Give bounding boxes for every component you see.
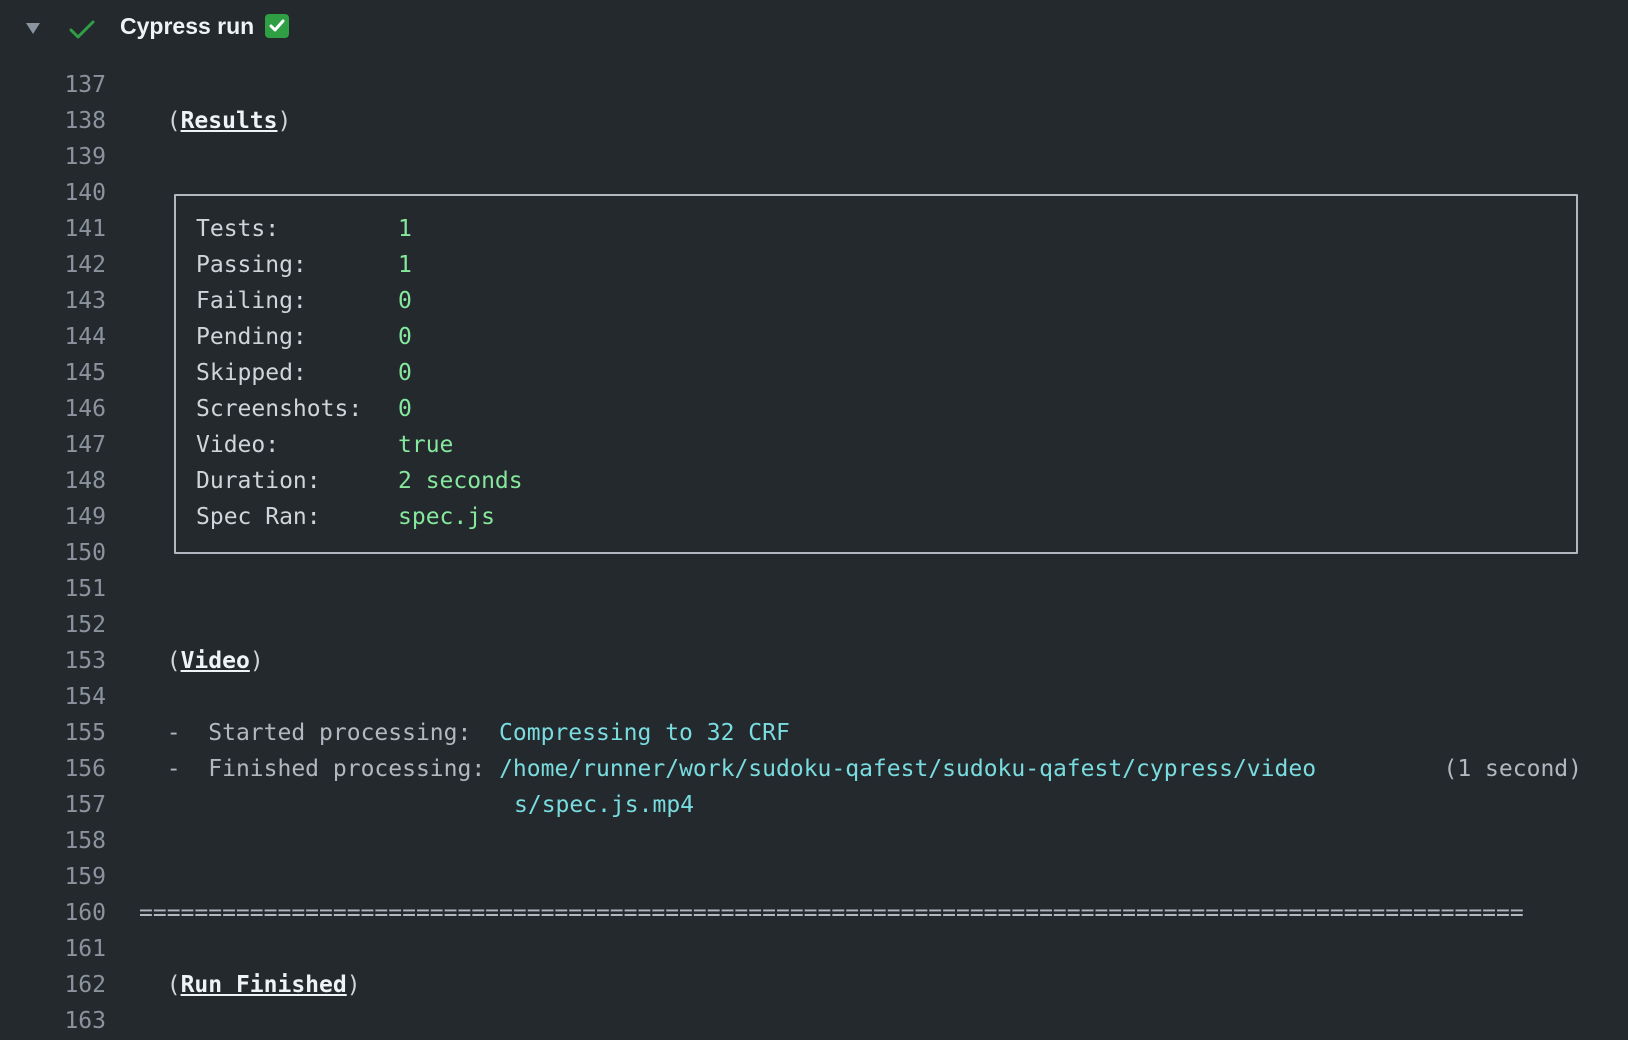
result-value: 2 seconds bbox=[398, 468, 523, 494]
results-heading: (Results) bbox=[166, 108, 292, 134]
line-number[interactable]: 158 bbox=[0, 823, 106, 859]
finished-processing-label: - Finished processing: bbox=[166, 756, 486, 782]
result-value: 0 bbox=[398, 360, 412, 386]
result-value: spec.js bbox=[398, 504, 495, 530]
log-line: 162 (Run Finished) bbox=[0, 967, 1628, 1003]
video-heading: (Video) bbox=[166, 648, 264, 674]
line-number[interactable]: 148 bbox=[0, 463, 106, 499]
log-line: 158 bbox=[0, 823, 1628, 859]
log-line: 153 (Video) bbox=[0, 643, 1628, 679]
result-label: Screenshots: bbox=[196, 396, 363, 422]
log-line: 139 bbox=[0, 139, 1628, 175]
log-line: 156 - Finished processing: /home/runner/… bbox=[0, 751, 1628, 787]
result-value: 0 bbox=[398, 396, 412, 422]
section-title: Results bbox=[180, 108, 278, 134]
log-line: 163 bbox=[0, 1003, 1628, 1039]
line-number[interactable]: 143 bbox=[0, 283, 106, 319]
line-number[interactable]: 144 bbox=[0, 319, 106, 355]
section-title: Video bbox=[180, 648, 250, 674]
started-processing-label: - Started processing: bbox=[166, 720, 472, 746]
started-processing-value: Compressing to 32 CRF bbox=[499, 720, 790, 746]
result-value: 1 bbox=[398, 252, 412, 278]
result-label: Duration: bbox=[196, 468, 321, 494]
result-label: Pending: bbox=[196, 324, 307, 350]
step-title-text: Cypress run bbox=[120, 13, 255, 39]
log-line: 154 bbox=[0, 679, 1628, 715]
result-value: 0 bbox=[398, 288, 412, 314]
run-finished-heading: (Run Finished) bbox=[166, 972, 361, 998]
line-number[interactable]: 151 bbox=[0, 571, 106, 607]
step-header[interactable]: Cypress run bbox=[0, 0, 1628, 58]
log-line: 138 (Results) bbox=[0, 103, 1628, 139]
finished-duration: (1 second) bbox=[1443, 756, 1582, 782]
separator-line: ========================================… bbox=[139, 900, 1524, 926]
log-line: 152 bbox=[0, 607, 1628, 643]
white-check-mark-icon bbox=[264, 14, 289, 38]
result-label: Passing: bbox=[196, 252, 307, 278]
finished-processing-path: /home/runner/work/sudoku-qafest/sudoku-q… bbox=[499, 756, 1317, 782]
line-number[interactable]: 162 bbox=[0, 967, 106, 1003]
log-line: 159 bbox=[0, 859, 1628, 895]
line-number[interactable]: 142 bbox=[0, 247, 106, 283]
line-number[interactable]: 147 bbox=[0, 427, 106, 463]
log-line: 161 bbox=[0, 931, 1628, 967]
line-number[interactable]: 145 bbox=[0, 355, 106, 391]
line-number[interactable]: 152 bbox=[0, 607, 106, 643]
section-title: Run Finished bbox=[180, 972, 347, 998]
result-label: Video: bbox=[196, 432, 280, 458]
line-number[interactable]: 146 bbox=[0, 391, 106, 427]
line-number[interactable]: 156 bbox=[0, 751, 106, 787]
collapse-caret-icon[interactable] bbox=[22, 17, 44, 39]
log-line: 160 =====================================… bbox=[0, 895, 1628, 931]
step-title[interactable]: Cypress run bbox=[120, 13, 289, 40]
results-table-border bbox=[174, 194, 1578, 554]
result-label: Tests: bbox=[196, 216, 280, 242]
line-number[interactable]: 139 bbox=[0, 139, 106, 175]
check-icon bbox=[68, 16, 96, 44]
line-number[interactable]: 159 bbox=[0, 859, 106, 895]
line-number[interactable]: 163 bbox=[0, 1003, 106, 1039]
line-number[interactable]: 157 bbox=[0, 787, 106, 823]
result-label: Spec Ran: bbox=[196, 504, 321, 530]
result-value: 1 bbox=[398, 216, 412, 242]
log-line: 155 - Started processing: Compressing to… bbox=[0, 715, 1628, 751]
finished-processing-path-cont: s/spec.js.mp4 bbox=[514, 792, 695, 818]
line-number[interactable]: 160 bbox=[0, 895, 106, 931]
log-line: 157 s/spec.js.mp4 bbox=[0, 787, 1628, 823]
result-label: Failing: bbox=[196, 288, 307, 314]
result-value: true bbox=[398, 432, 454, 458]
line-number[interactable]: 150 bbox=[0, 535, 106, 571]
line-number[interactable]: 154 bbox=[0, 679, 106, 715]
line-number[interactable]: 141 bbox=[0, 211, 106, 247]
line-number[interactable]: 137 bbox=[0, 67, 106, 103]
line-number[interactable]: 155 bbox=[0, 715, 106, 751]
log-line: 151 bbox=[0, 571, 1628, 607]
line-number[interactable]: 161 bbox=[0, 931, 106, 967]
line-number[interactable]: 140 bbox=[0, 175, 106, 211]
result-value: 0 bbox=[398, 324, 412, 350]
result-label: Skipped: bbox=[196, 360, 307, 386]
log-line: 137 bbox=[0, 67, 1628, 103]
line-number[interactable]: 138 bbox=[0, 103, 106, 139]
line-number[interactable]: 153 bbox=[0, 643, 106, 679]
line-number[interactable]: 149 bbox=[0, 499, 106, 535]
